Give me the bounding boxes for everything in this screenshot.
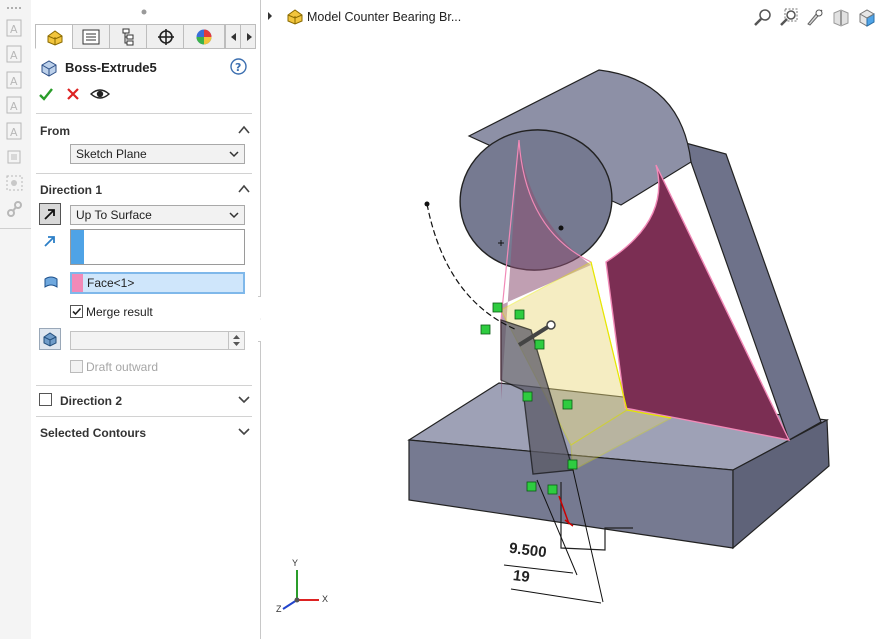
- direction-vector-list[interactable]: [70, 229, 245, 265]
- geometric-tolerance-icon[interactable]: [5, 173, 25, 193]
- cancel-x-icon[interactable]: [66, 87, 80, 101]
- divider: [36, 416, 252, 417]
- hatch-icon[interactable]: [5, 199, 25, 219]
- configuration-tree-icon: [122, 28, 134, 46]
- feature-title: Boss-Extrude5: [65, 60, 157, 75]
- chevron-up-icon[interactable]: [237, 123, 251, 137]
- direction1-header: Direction 1: [40, 183, 103, 197]
- from-value: Sketch Plane: [76, 147, 147, 161]
- svg-text:A: A: [10, 49, 18, 62]
- graphics-viewport[interactable]: Model Counter Bearing Br... 9.500 19 Y X…: [261, 0, 895, 639]
- triad-x-label: X: [322, 594, 329, 604]
- part-icon: [47, 30, 63, 46]
- crosshair-icon: [158, 29, 174, 45]
- arrow-diagonal-icon: [44, 209, 55, 220]
- tab-scroll-right[interactable]: [240, 24, 256, 49]
- face-selection-field[interactable]: Face<1>: [70, 272, 245, 294]
- face-surface-icon: [44, 276, 58, 288]
- toolbar-divider: [0, 228, 31, 229]
- tab-scroll-left[interactable]: [225, 24, 241, 49]
- svg-text:?: ?: [235, 61, 241, 74]
- tab-feature-manager[interactable]: [35, 24, 73, 49]
- face-color-swatch: [72, 274, 83, 292]
- surface-finish-icon[interactable]: A: [5, 95, 25, 115]
- svg-text:A: A: [10, 126, 18, 139]
- svg-text:A: A: [10, 23, 18, 36]
- weld-symbol-icon[interactable]: A: [5, 121, 25, 141]
- from-select[interactable]: Sketch Plane: [70, 144, 245, 164]
- tab-display-manager[interactable]: [183, 24, 225, 49]
- selected-contours-header: Selected Contours: [40, 426, 147, 440]
- direction2-header: Direction 2: [60, 394, 123, 408]
- end-condition-select[interactable]: Up To Surface: [70, 205, 245, 225]
- divider: [36, 173, 252, 174]
- left-toolbar: A A A A A: [0, 0, 32, 639]
- ok-check-icon[interactable]: [38, 86, 54, 102]
- bearing-bracket-model[interactable]: [407, 69, 830, 604]
- divider: [36, 385, 252, 386]
- boss-extrude-icon: [41, 60, 57, 77]
- reference-triad[interactable]: [273, 560, 333, 616]
- spinner-arrows-icon: [233, 335, 240, 346]
- chevron-left-icon: [231, 33, 236, 41]
- manager-tabs: [35, 24, 257, 50]
- reverse-direction-button[interactable]: [39, 203, 61, 225]
- draft-outward-checkbox[interactable]: [70, 360, 83, 373]
- tab-dimxpert-manager[interactable]: [146, 24, 184, 49]
- merge-result-checkbox[interactable]: [70, 305, 83, 318]
- property-manager: Boss-Extrude5 ? From Sketch Plane Direct…: [31, 0, 261, 639]
- panel-grip-icon[interactable]: [139, 8, 149, 16]
- chevron-up-icon[interactable]: [237, 182, 251, 196]
- tab-property-manager[interactable]: [72, 24, 110, 49]
- draft-icon: [43, 332, 57, 347]
- model-view[interactable]: [261, 0, 895, 639]
- svg-text:A: A: [10, 100, 18, 113]
- from-header: From: [40, 124, 70, 138]
- direction2-checkbox[interactable]: [39, 393, 52, 406]
- divider: [36, 113, 252, 114]
- draft-outward-label: Draft outward: [86, 360, 159, 374]
- chevron-down-icon[interactable]: [237, 424, 251, 438]
- balloon-icon[interactable]: A: [5, 70, 25, 90]
- merge-result-label: Merge result: [86, 305, 153, 319]
- appearance-sphere-icon: [196, 29, 212, 45]
- datum-icon[interactable]: [5, 147, 25, 167]
- property-list-icon: [82, 29, 100, 45]
- annotation-icon[interactable]: A: [5, 18, 25, 38]
- face-value: Face<1>: [87, 276, 135, 290]
- chevron-right-icon: [247, 33, 252, 41]
- direction-vector-icon: [44, 236, 55, 247]
- svg-text:A: A: [10, 75, 18, 88]
- chevron-down-icon[interactable]: [237, 392, 251, 406]
- draft-toggle-button[interactable]: [39, 328, 61, 350]
- tab-configuration-manager[interactable]: [109, 24, 147, 49]
- preview-eye-icon[interactable]: [90, 86, 110, 102]
- checkmark-icon: [72, 307, 82, 316]
- chevron-down-icon: [229, 151, 239, 158]
- triad-y-label: Y: [292, 558, 299, 568]
- note-icon[interactable]: A: [5, 44, 25, 64]
- triad-z-label: Z: [276, 604, 282, 614]
- help-icon[interactable]: ?: [230, 58, 247, 75]
- dimension-value-2[interactable]: 19: [512, 567, 531, 586]
- draft-angle-input[interactable]: [70, 331, 245, 350]
- chevron-down-icon: [229, 212, 239, 219]
- selection-color-swatch: [71, 230, 84, 264]
- grip-handle-icon[interactable]: [5, 4, 25, 12]
- end-condition-value: Up To Surface: [76, 208, 152, 222]
- draft-angle-spinner[interactable]: [228, 332, 244, 349]
